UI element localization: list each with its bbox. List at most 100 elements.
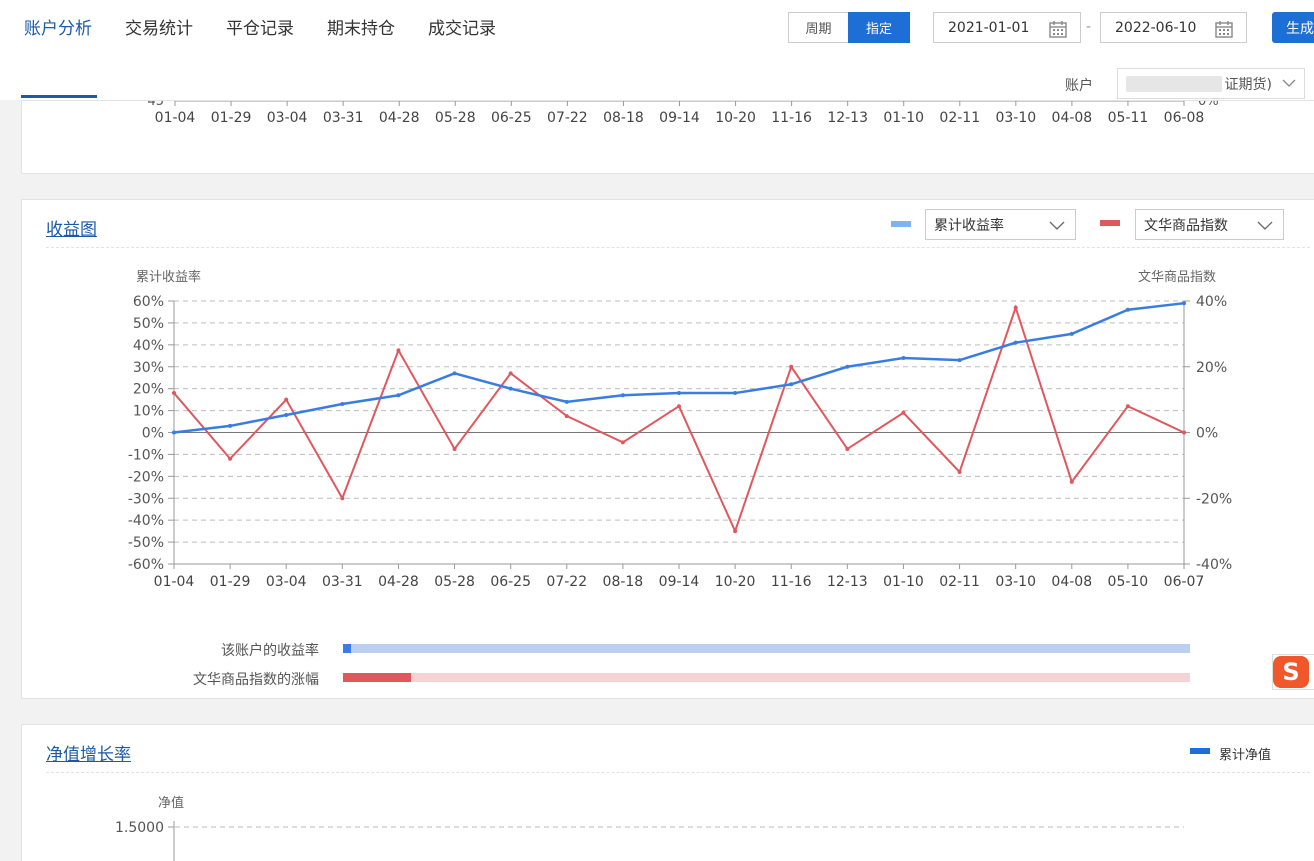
series-point-index — [340, 496, 345, 501]
top-x-tick-label: 01-10 — [883, 110, 924, 126]
tab-close-records[interactable]: 平仓记录 — [226, 14, 294, 39]
series-point-index — [508, 371, 513, 376]
series-point-account — [957, 358, 962, 363]
series-point-account — [901, 355, 906, 360]
top-x-tick-label: 02-11 — [939, 110, 980, 126]
series-point-index — [845, 446, 850, 451]
top-x-tick-label: 07-22 — [547, 110, 588, 126]
top-x-tick-label: 06-08 — [1164, 110, 1205, 126]
net-value-chart: 1.5000 — [115, 820, 1184, 861]
top-x-tick-label: 05-28 — [435, 110, 476, 126]
x-tick-label: 10-20 — [715, 574, 756, 590]
account-name-redacted — [1126, 76, 1222, 92]
start-date-field[interactable]: 2021-01-01 — [933, 12, 1081, 43]
left-y-tick-label: 50% — [133, 316, 164, 332]
x-tick-label: 04-28 — [378, 574, 419, 590]
end-date-value: 2022-06-10 — [1115, 19, 1197, 36]
series-point-index — [228, 456, 233, 461]
left-y-tick-label: -30% — [128, 491, 164, 507]
top-x-tick-label: 11-16 — [771, 110, 812, 126]
calendar-icon — [1049, 21, 1067, 38]
series-point-account — [228, 423, 233, 428]
account-select-value: 证期货) — [1224, 76, 1272, 93]
right-y-tick-label: -20% — [1196, 491, 1232, 507]
right-y-tick-label: 40% — [1196, 294, 1227, 310]
sogou-ime-icon: S — [1273, 656, 1309, 688]
top-x-tick-label: 03-31 — [323, 110, 364, 126]
start-date-value: 2021-01-01 — [948, 19, 1030, 36]
top-x-tick-label: 03-04 — [267, 110, 308, 126]
top-x-tick-label: 06-25 — [491, 110, 532, 126]
left-y-tick-label: -20% — [128, 469, 164, 485]
x-tick-label: 03-04 — [266, 574, 307, 590]
x-tick-label: 04-08 — [1051, 574, 1092, 590]
tab-trade-stats[interactable]: 交易统计 — [125, 14, 193, 39]
top-x-tick-label: 09-14 — [659, 110, 700, 126]
end-date-field[interactable]: 2022-06-10 — [1100, 12, 1247, 43]
x-tick-label: 01-04 — [154, 574, 195, 590]
series-point-account — [284, 412, 289, 417]
x-tick-label: 05-10 — [1108, 574, 1149, 590]
series-point-account — [677, 391, 681, 396]
x-tick-label: 12-13 — [827, 574, 868, 590]
generate-button[interactable]: 生成 — [1272, 12, 1314, 43]
series-point-index — [1125, 404, 1130, 409]
returns-panel: 收益图 累计收益率 文华商品指数 累计收益率 文华商品指数 60% 50% 40% 3… — [21, 199, 1314, 699]
top-x-tick-label: 05-11 — [1108, 110, 1149, 126]
index-change-bar — [343, 673, 1190, 682]
account-return-bar-fill — [343, 644, 352, 653]
account-label: 账户 — [1065, 78, 1093, 94]
x-tick-label: 08-18 — [603, 574, 644, 590]
top-x-tick-label: 01-04 — [155, 110, 196, 126]
left-y-tick-label: 20% — [133, 382, 164, 398]
x-tick-label: 07-22 — [546, 574, 587, 590]
top-x-tick-label: 04-08 — [1052, 110, 1093, 126]
left-y-tick-label: -50% — [128, 535, 164, 551]
x-tick-label: 02-11 — [939, 574, 980, 590]
top-y-right-edge-label: 0% — [1198, 101, 1219, 109]
x-tick-label: 06-07 — [1164, 574, 1205, 590]
top-x-tick-label: 10-20 — [715, 110, 756, 126]
period-mode-button[interactable]: 周期 — [788, 12, 849, 43]
left-y-tick-label: -10% — [128, 447, 164, 463]
tab-account-analysis[interactable]: 账户分析 — [24, 14, 92, 39]
previous-chart-axis: 45 0% 01-04 01-29 03-04 03-31 04-28 05-28 06-25 0… — [147, 101, 1219, 126]
series-point-account — [733, 391, 738, 396]
series-point-index — [564, 414, 569, 419]
net-value-panel: 净值增长率 累计净值 净值 1.5000 — [21, 724, 1314, 861]
series-point-account — [1069, 331, 1074, 336]
series-point-index — [172, 391, 176, 396]
account-select[interactable]: 证期货) — [1117, 68, 1305, 99]
x-tick-label: 03-31 — [322, 574, 363, 590]
top-x-tick-label: 01-29 — [211, 110, 252, 126]
index-change-label: 文华商品指数的涨幅 — [193, 672, 319, 688]
series-point-account — [620, 393, 625, 398]
x-tick-label: 01-10 — [883, 574, 924, 590]
left-y-tick-label: -40% — [128, 513, 164, 529]
left-y-tick-label: 30% — [133, 360, 164, 376]
ime-toolbar[interactable]: S — [1272, 654, 1314, 690]
x-tick-label: 03-10 — [995, 574, 1036, 590]
custom-mode-button[interactable]: 指定 — [848, 12, 910, 43]
series-point-account — [452, 371, 457, 376]
series-point-index — [452, 446, 457, 451]
series-point-account — [172, 430, 176, 435]
series-point-account — [845, 364, 850, 369]
left-y-tick-label: 40% — [133, 338, 164, 354]
tab-deal-records[interactable]: 成交记录 — [428, 14, 496, 39]
series-point-index — [677, 404, 681, 409]
left-y-tick-label: 10% — [133, 404, 164, 420]
tab-end-positions[interactable]: 期末持仓 — [327, 14, 395, 39]
series-point-account — [340, 402, 345, 407]
x-tick-label: 11-16 — [771, 574, 812, 590]
series-point-index — [1069, 479, 1074, 484]
net-value-y-tick-label: 1.5000 — [115, 820, 164, 836]
right-y-tick-label: 0% — [1196, 426, 1218, 442]
left-y-tick-label: 0% — [142, 426, 164, 442]
right-y-tick-label: 20% — [1196, 360, 1227, 376]
series-point-index — [1013, 305, 1018, 310]
x-tick-label: 05-28 — [434, 574, 475, 590]
series-point-account — [1013, 340, 1018, 345]
top-navigation: 账户分析 交易统计 平仓记录 期末持仓 成交记录 周期 指定 2021-01-0… — [0, 0, 1314, 100]
series-point-index — [396, 348, 401, 353]
